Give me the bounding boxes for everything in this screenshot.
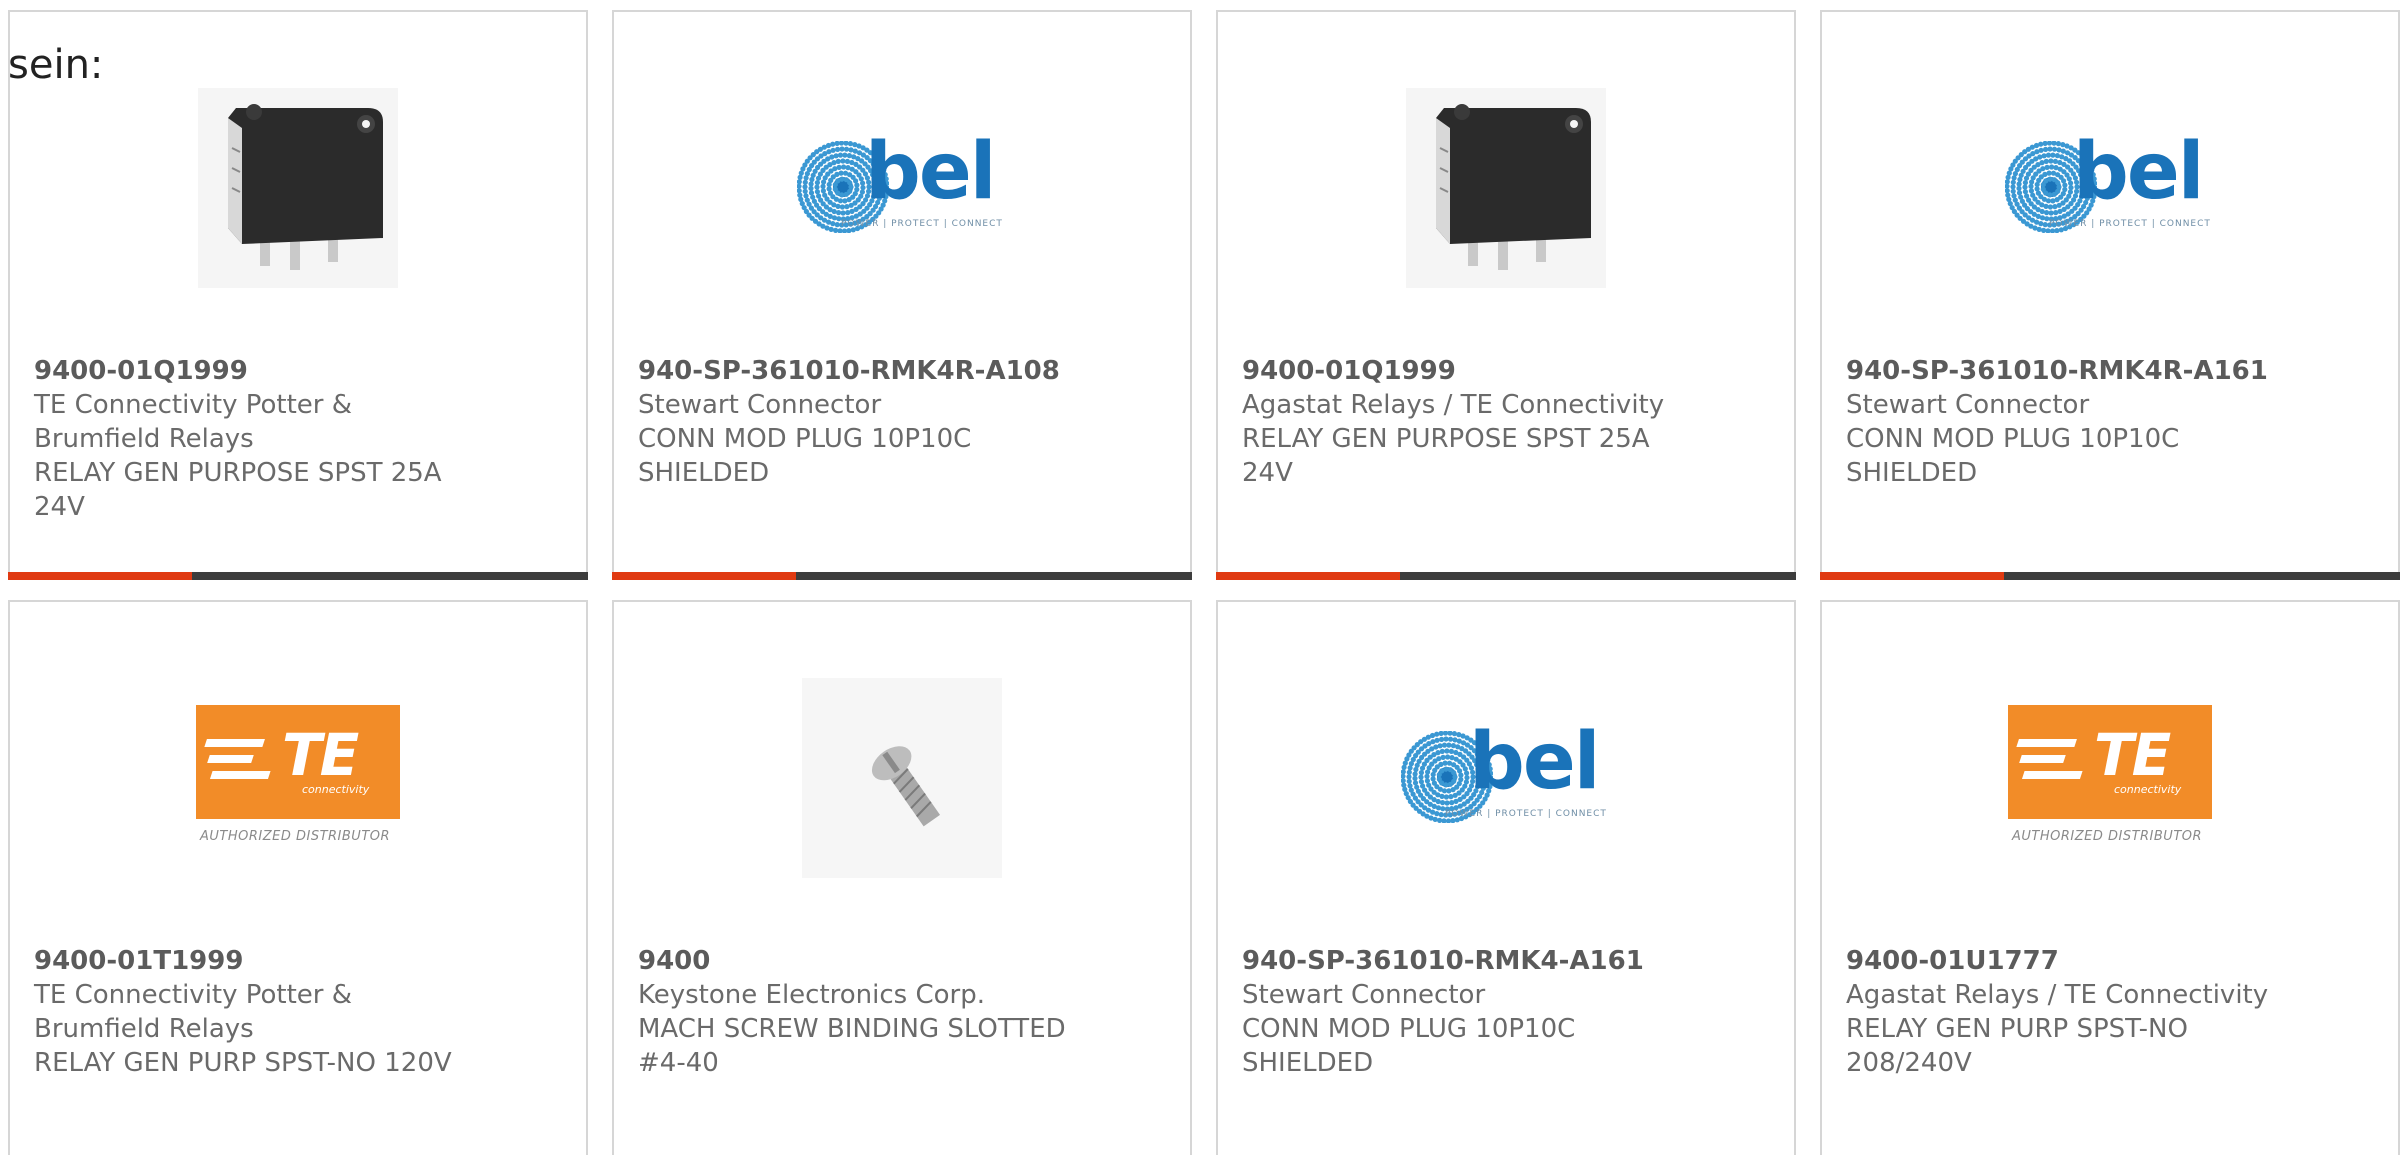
te-logo: TE connectivity AUTHORIZED DISTRIBUTOR bbox=[196, 705, 400, 851]
part-number-link[interactable]: 9400 bbox=[638, 944, 1098, 978]
product-image-wrap[interactable] bbox=[614, 668, 1190, 888]
product-info: 9400-01T1999 TE Connectivity Potter & Brum… bbox=[34, 944, 494, 1080]
card-hover-bar-accent bbox=[1820, 572, 2004, 580]
manufacturer-text: Brumfield Relays bbox=[34, 424, 254, 454]
bel-logo: bel POWER | PROTECT | CONNECT bbox=[797, 127, 1007, 243]
manufacturer-text: Stewart Connector bbox=[1846, 390, 2090, 420]
bel-logo-word: bel bbox=[1469, 717, 1600, 807]
description-text: CONN MOD PLUG 10P10C bbox=[638, 424, 972, 454]
card-hover-bar-accent bbox=[8, 572, 192, 580]
te-logo-authorized: AUTHORIZED DISTRIBUTOR bbox=[2012, 829, 2203, 844]
product-info: 940-SP-361010-RMK4R-A108 Stewart Connecto… bbox=[638, 354, 1098, 490]
part-number-link[interactable]: 940-SP-361010-RMK4R-A161 bbox=[1846, 354, 2306, 388]
te-logo-sub: connectivity bbox=[2114, 783, 2182, 796]
description-text: RELAY GEN PURP SPST-NO 120V bbox=[34, 1048, 452, 1078]
manufacturer-text: Stewart Connector bbox=[638, 390, 882, 420]
product-image-wrap[interactable]: bel POWER | PROTECT | CONNECT bbox=[614, 78, 1190, 298]
part-number-link[interactable]: 9400-01Q1999 bbox=[34, 354, 494, 388]
te-logo-word: TE bbox=[2094, 721, 2171, 789]
product-info: 9400-01Q1999 TE Connectivity Potter & Brum… bbox=[34, 354, 494, 524]
product-card[interactable]: TE connectivity AUTHORIZED DISTRIBUTOR 9400… bbox=[8, 600, 588, 1155]
bel-logo: bel POWER | PROTECT | CONNECT bbox=[1401, 717, 1611, 833]
card-hover-bar bbox=[1216, 572, 1796, 580]
product-info: 9400 Keystone Electronics Corp. MACH SCREW… bbox=[638, 944, 1098, 1080]
product-card[interactable]: bel POWER | PROTECT | CONNECT 940-SP-36101… bbox=[1820, 10, 2400, 580]
product-card[interactable]: bel POWER | PROTECT | CONNECT 940-SP-36101… bbox=[1216, 600, 1796, 1155]
product-image-wrap[interactable]: bel POWER | PROTECT | CONNECT bbox=[1218, 668, 1794, 888]
product-card[interactable]: 9400-01Q1999 Agastat Relays / TE Connecti… bbox=[1216, 10, 1796, 580]
description-text: MACH SCREW BINDING SLOTTED bbox=[638, 1014, 1066, 1044]
manufacturer-text: Agastat Relays / TE Connectivity bbox=[1242, 390, 1665, 420]
manufacturer-text: TE Connectivity Potter & bbox=[34, 390, 353, 420]
card-hover-bar-accent bbox=[612, 572, 796, 580]
product-image-wrap[interactable]: bel POWER | PROTECT | CONNECT bbox=[1822, 78, 2398, 298]
part-number-link[interactable]: 940-SP-361010-RMK4-A161 bbox=[1242, 944, 1702, 978]
product-card[interactable]: 9400 Keystone Electronics Corp. MACH SCREW… bbox=[612, 600, 1192, 1155]
description-text: CONN MOD PLUG 10P10C bbox=[1846, 424, 2180, 454]
product-card[interactable]: 9400-01Q1999 TE Connectivity Potter & Brum… bbox=[8, 10, 588, 580]
bel-logo-tagline: POWER | PROTECT | CONNECT bbox=[841, 219, 1003, 229]
description-text: RELAY GEN PURPOSE SPST 25A bbox=[1242, 424, 1650, 454]
card-hover-bar bbox=[612, 572, 1192, 580]
manufacturer-text: TE Connectivity Potter & bbox=[34, 980, 353, 1010]
product-info: 940-SP-361010-RMK4R-A161 Stewart Connecto… bbox=[1846, 354, 2306, 490]
product-image-wrap[interactable] bbox=[10, 78, 586, 298]
bel-logo-word: bel bbox=[865, 127, 996, 217]
manufacturer-text: Stewart Connector bbox=[1242, 980, 1486, 1010]
description-text: SHIELDED bbox=[638, 458, 770, 488]
part-number-link[interactable]: 9400-01Q1999 bbox=[1242, 354, 1702, 388]
product-info: 940-SP-361010-RMK4-A161 Stewart Connector… bbox=[1242, 944, 1702, 1080]
card-hover-bar bbox=[1820, 572, 2400, 580]
manufacturer-text: Keystone Electronics Corp. bbox=[638, 980, 986, 1010]
product-image-relay bbox=[198, 88, 398, 288]
bel-logo-tagline: POWER | PROTECT | CONNECT bbox=[2049, 219, 2211, 229]
description-text: CONN MOD PLUG 10P10C bbox=[1242, 1014, 1576, 1044]
description-text: 208/240V bbox=[1846, 1048, 1972, 1078]
part-number-link[interactable]: 940-SP-361010-RMK4R-A108 bbox=[638, 354, 1098, 388]
description-text: SHIELDED bbox=[1846, 458, 1978, 488]
bel-logo-tagline: POWER | PROTECT | CONNECT bbox=[1445, 809, 1607, 819]
part-number-link[interactable]: 9400-01U1777 bbox=[1846, 944, 2306, 978]
bel-logo: bel POWER | PROTECT | CONNECT bbox=[2005, 127, 2215, 243]
product-image-relay bbox=[1406, 88, 1606, 288]
product-info: 9400-01Q1999 Agastat Relays / TE Connecti… bbox=[1242, 354, 1702, 490]
te-logo-box: TE connectivity bbox=[2008, 705, 2212, 819]
product-image-wrap[interactable]: TE connectivity AUTHORIZED DISTRIBUTOR bbox=[10, 668, 586, 888]
description-text: SHIELDED bbox=[1242, 1048, 1374, 1078]
product-image-wrap[interactable]: TE connectivity AUTHORIZED DISTRIBUTOR bbox=[1822, 668, 2398, 888]
te-logo-authorized: AUTHORIZED DISTRIBUTOR bbox=[200, 829, 391, 844]
bel-logo-word: bel bbox=[2073, 127, 2204, 217]
product-grid-page: sein: 9400-01Q1999 TE Connectivity Potter… bbox=[0, 0, 2400, 1155]
manufacturer-text: Agastat Relays / TE Connectivity bbox=[1846, 980, 2269, 1010]
te-logo: TE connectivity AUTHORIZED DISTRIBUTOR bbox=[2008, 705, 2212, 851]
product-image-screw bbox=[802, 678, 1002, 878]
te-logo-box: TE connectivity bbox=[196, 705, 400, 819]
product-image-wrap[interactable] bbox=[1218, 78, 1794, 298]
description-text: RELAY GEN PURP SPST-NO bbox=[1846, 1014, 2188, 1044]
product-card[interactable]: TE connectivity AUTHORIZED DISTRIBUTOR 9400… bbox=[1820, 600, 2400, 1155]
product-card[interactable]: bel POWER | PROTECT | CONNECT 940-SP-36101… bbox=[612, 10, 1192, 580]
description-text: 24V bbox=[34, 492, 85, 522]
description-text: #4-40 bbox=[638, 1048, 719, 1078]
product-info: 9400-01U1777 Agastat Relays / TE Connecti… bbox=[1846, 944, 2306, 1080]
description-text: RELAY GEN PURPOSE SPST 25A bbox=[34, 458, 442, 488]
description-text: 24V bbox=[1242, 458, 1293, 488]
part-number-link[interactable]: 9400-01T1999 bbox=[34, 944, 494, 978]
card-hover-bar-accent bbox=[1216, 572, 1400, 580]
lead-text: sein: bbox=[8, 42, 104, 88]
te-logo-word: TE bbox=[282, 721, 359, 789]
te-logo-sub: connectivity bbox=[302, 783, 370, 796]
manufacturer-text: Brumfield Relays bbox=[34, 1014, 254, 1044]
card-hover-bar bbox=[8, 572, 588, 580]
